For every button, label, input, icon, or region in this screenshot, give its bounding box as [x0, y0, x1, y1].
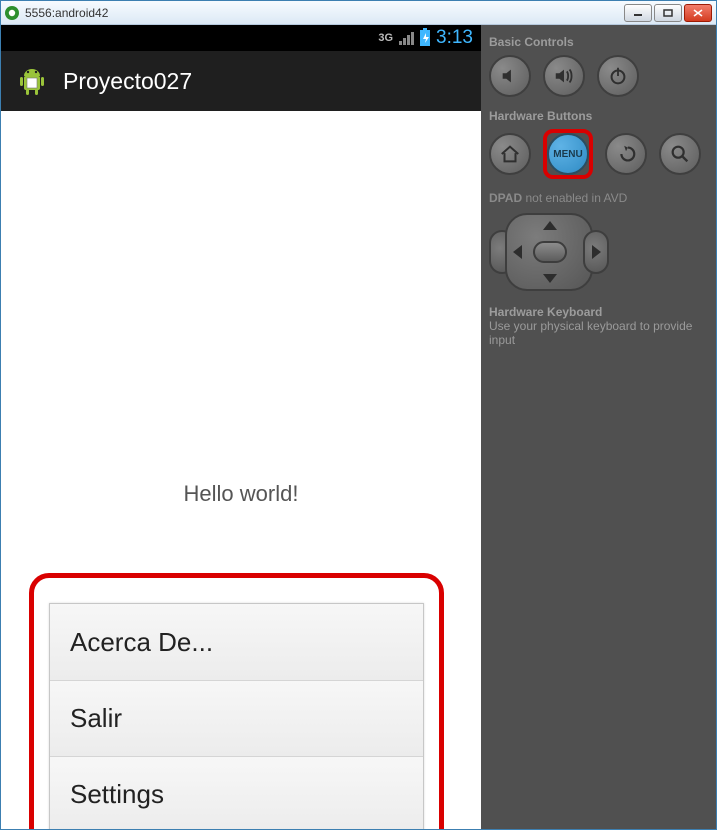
app-icon: [5, 6, 19, 20]
dpad-status: DPAD not enabled in AVD: [489, 191, 708, 205]
dpad-right: [592, 245, 601, 259]
hardware-buttons-label: Hardware Buttons: [489, 109, 708, 123]
dpad-note-text: not enabled in AVD: [525, 191, 627, 205]
emulator-window: 5556:android42 3G 3:13: [0, 0, 717, 830]
status-clock: 3:13: [436, 27, 473, 49]
options-menu: Acerca De... Salir Settings: [49, 603, 424, 829]
menu-item-label: Salir: [70, 703, 122, 734]
dpad-up: [543, 221, 557, 230]
android-icon: [15, 64, 49, 98]
status-bar[interactable]: 3G 3:13: [1, 25, 481, 51]
menu-button[interactable]: MENU: [547, 133, 589, 175]
window-titlebar[interactable]: 5556:android42: [1, 1, 716, 25]
dpad-center: [533, 241, 567, 263]
dpad: [489, 213, 609, 291]
menu-item-label: Settings: [70, 779, 164, 810]
hardware-keyboard-label: Hardware Keyboard: [489, 305, 708, 319]
volume-up-button[interactable]: [543, 55, 585, 97]
home-button[interactable]: [489, 133, 531, 175]
signal-icon: [399, 31, 414, 45]
menu-item-settings[interactable]: Settings: [50, 756, 423, 829]
app-content: Hello world! Acerca De... Salir Settings: [1, 111, 481, 829]
menu-item-label: Acerca De...: [70, 627, 213, 658]
menu-item-about[interactable]: Acerca De...: [50, 604, 423, 680]
annotation-menu-button-highlight: MENU: [543, 129, 593, 179]
basic-controls-label: Basic Controls: [489, 35, 708, 49]
menu-item-exit[interactable]: Salir: [50, 680, 423, 756]
dpad-label: DPAD: [489, 191, 522, 205]
app-title: Proyecto027: [63, 68, 192, 95]
action-bar: Proyecto027: [1, 51, 481, 111]
volume-down-button[interactable]: [489, 55, 531, 97]
dpad-down: [543, 274, 557, 283]
hello-text: Hello world!: [1, 481, 481, 507]
network-indicator: 3G: [378, 32, 393, 44]
window-title: 5556:android42: [25, 6, 108, 20]
phone-screen: 3G 3:13: [1, 25, 481, 829]
power-button[interactable]: [597, 55, 639, 97]
close-button[interactable]: [684, 4, 712, 22]
maximize-button[interactable]: [654, 4, 682, 22]
dpad-left: [513, 245, 522, 259]
hardware-keyboard-note: Use your physical keyboard to provide in…: [489, 319, 708, 347]
search-button[interactable]: [659, 133, 701, 175]
back-button[interactable]: [605, 133, 647, 175]
battery-icon: [420, 30, 430, 46]
menu-button-label: MENU: [553, 149, 582, 160]
emulator-controls: Basic Controls Hardware Buttons: [481, 25, 716, 829]
minimize-button[interactable]: [624, 4, 652, 22]
